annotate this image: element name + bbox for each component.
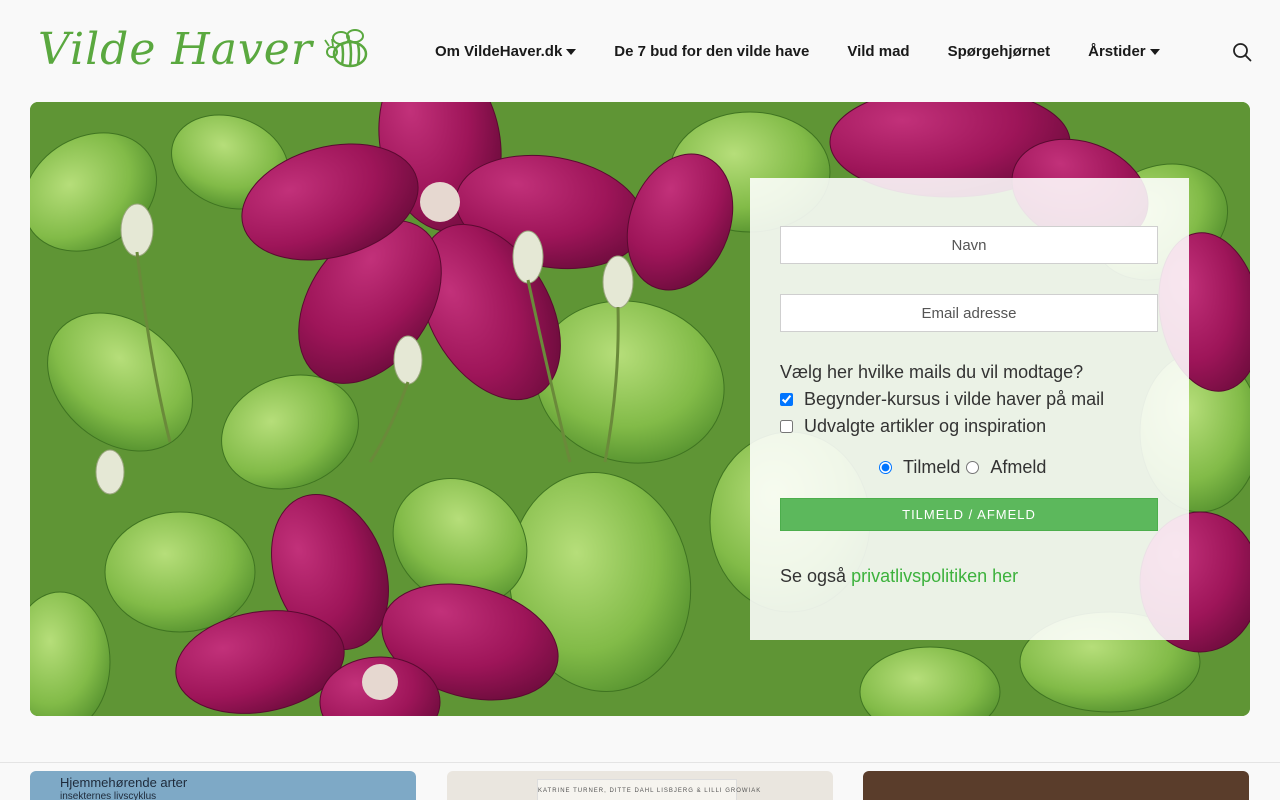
option-articles[interactable]: Udvalgte artikler og inspiration [780, 416, 1046, 437]
thumbnail-caption: Hjemmehørende arter [60, 775, 188, 790]
nav-item-7-bud[interactable]: De 7 bud for den vilde have [614, 43, 809, 60]
main-nav: Om VildeHaver.dk De 7 bud for den vilde … [435, 38, 1160, 64]
site-header: Vilde Haver Om VildeHaver.dk De 7 bud fo… [0, 0, 1280, 102]
option-label: Udvalgte artikler og inspiration [804, 416, 1047, 436]
nav-item-label: Årstider [1088, 42, 1146, 60]
nav-item-sporgehjornet[interactable]: Spørgehjørnet [948, 43, 1051, 60]
nav-item-label: De 7 bud for den vilde have [614, 42, 810, 60]
mail-choice-question: Vælg her hvilke mails du vil modtage? [780, 362, 1084, 382]
nav-item-label: Om VildeHaver.dk [435, 42, 563, 60]
newsletter-form: Vælg her hvilke mails du vil modtage? Be… [750, 178, 1189, 640]
nav-item-om-vildehaver[interactable]: Om VildeHaver.dk [435, 42, 577, 60]
email-field[interactable] [780, 294, 1158, 332]
article-card-thumbnail[interactable]: Hjemmehørende arter insekternes livscykl… [30, 771, 416, 800]
privacy-link[interactable]: privatlivspolitiken her [851, 566, 1018, 586]
nav-item-label: Vild mad [847, 42, 910, 60]
submit-button[interactable]: TILMELD / AFMELD [780, 498, 1158, 531]
bee-icon [324, 29, 368, 68]
subscribe-radio[interactable] [879, 461, 892, 474]
chevron-down-icon [566, 48, 577, 55]
article-card-thumbnail[interactable] [863, 771, 1249, 800]
unsubscribe-radio[interactable] [966, 461, 980, 474]
article-card-thumbnail[interactable]: KATRINE TURNER, DITTE DAHL LISBJERG & LI… [447, 771, 833, 800]
chevron-down-icon [1149, 48, 1160, 55]
articles-checkbox[interactable] [780, 420, 793, 433]
hero-image: Vælg her hvilke mails du vil modtage? Be… [30, 102, 1250, 716]
search-icon[interactable] [1232, 42, 1252, 62]
unsubscribe-label: Afmeld [990, 457, 1047, 477]
site-logo[interactable]: Vilde Haver [38, 24, 373, 76]
option-label: Begynder-kursus i vilde haver på mail [804, 389, 1105, 409]
section-divider [0, 762, 1280, 763]
name-field[interactable] [780, 226, 1158, 264]
nav-item-vild-mad[interactable]: Vild mad [847, 43, 909, 60]
option-beginner-course[interactable]: Begynder-kursus i vilde haver på mail [780, 389, 1104, 410]
privacy-prefix: Se også [780, 566, 847, 586]
book-cover: KATRINE TURNER, DITTE DAHL LISBJERG & LI… [537, 779, 762, 800]
nav-item-arstider[interactable]: Årstider [1088, 43, 1160, 60]
logo-text: Vilde Haver [38, 24, 313, 75]
book-authors: KATRINE TURNER, DITTE DAHL LISBJERG & LI… [538, 788, 762, 794]
beginner-course-checkbox[interactable] [780, 393, 793, 406]
thumbnail-subcaption: insekternes livscyklus [60, 791, 157, 800]
subscribe-radio-group: Tilmeld Afmeld [879, 457, 1046, 478]
privacy-note: Se også privatlivspolitiken her [780, 566, 1018, 587]
nav-item-label: Spørgehjørnet [947, 42, 1051, 60]
subscribe-label: Tilmeld [903, 457, 961, 477]
